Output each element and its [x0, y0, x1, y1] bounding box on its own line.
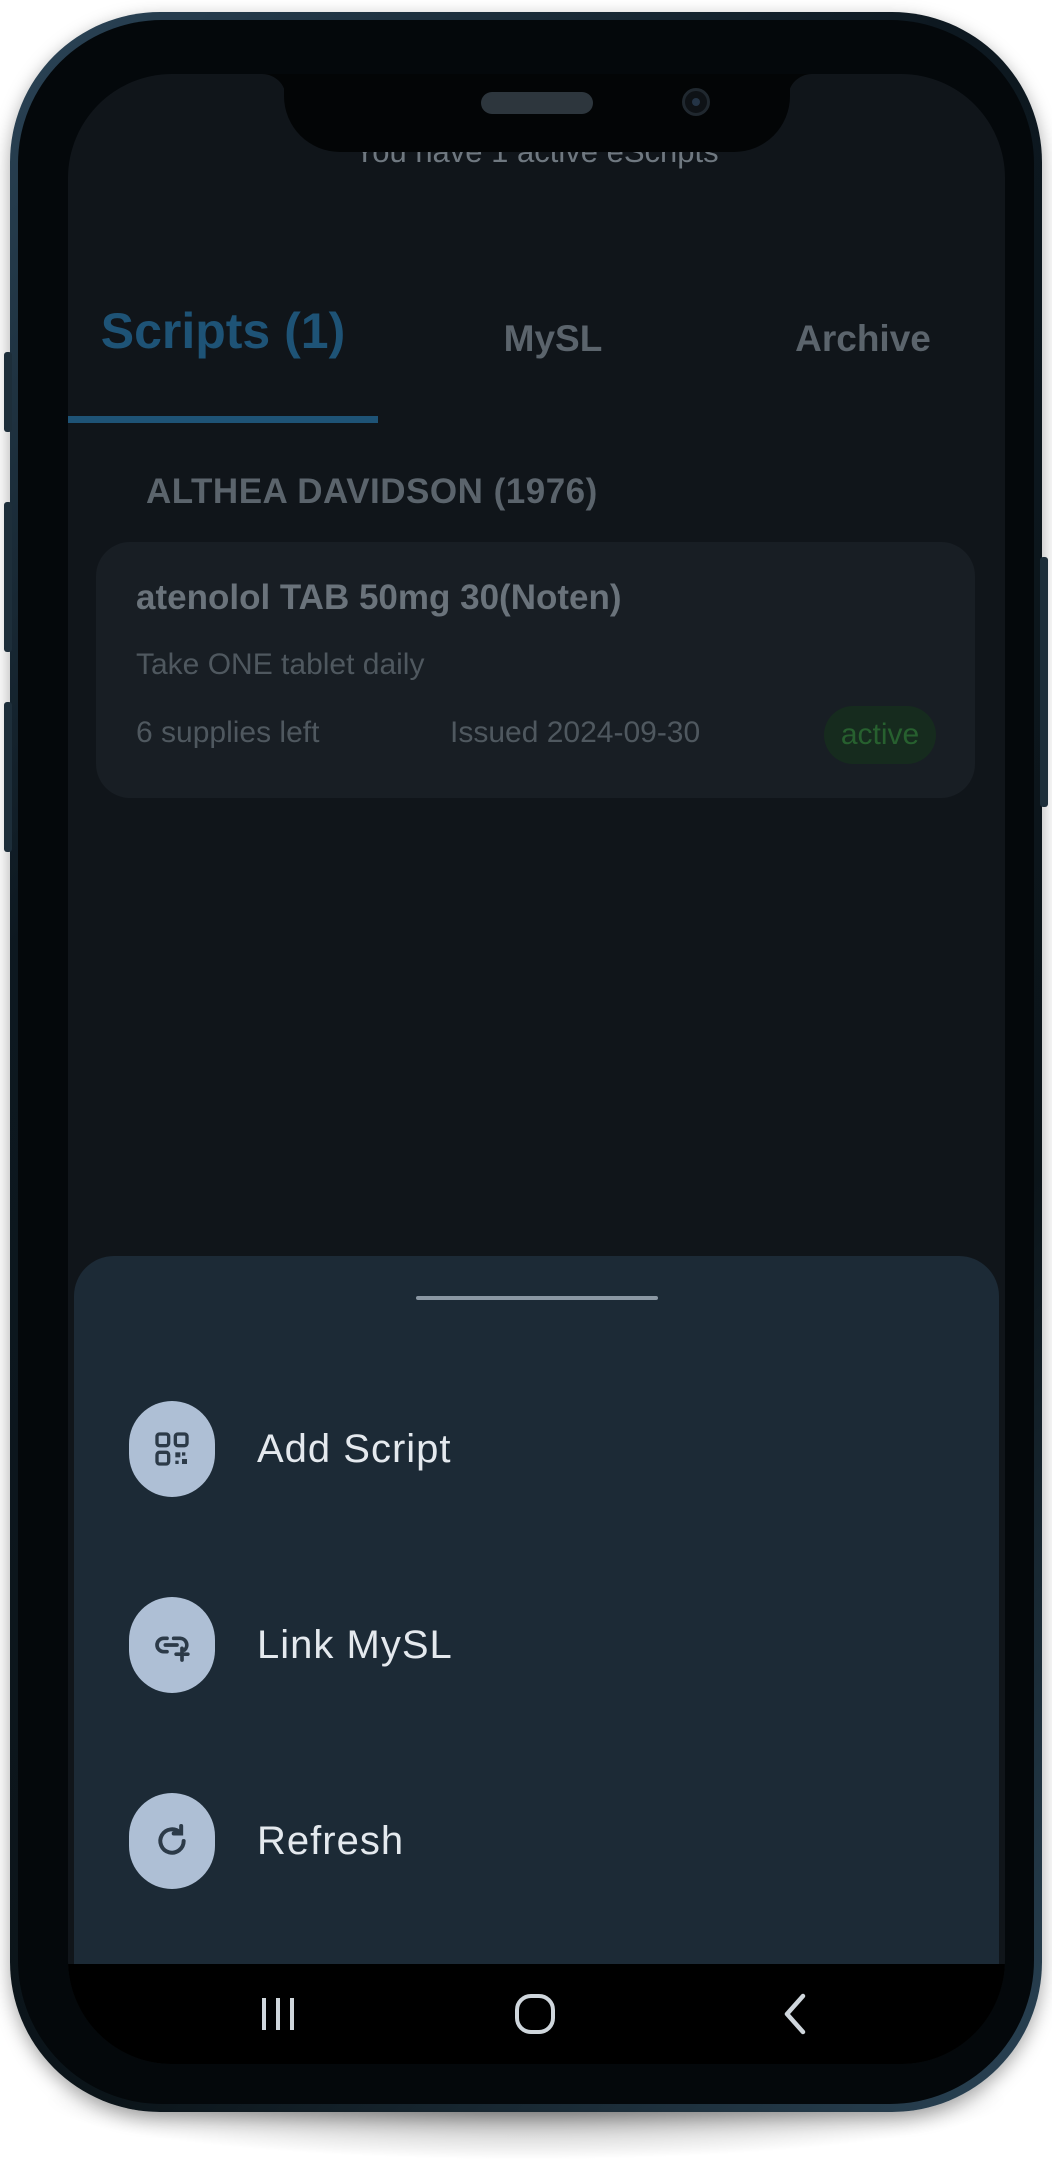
dosage-directions: Take ONE tablet daily — [136, 648, 425, 681]
back-icon — [784, 1993, 806, 2035]
phone-frame: You have 1 active eScripts Scripts (1) M… — [4, 12, 1048, 2112]
tab-archive[interactable]: Archive — [708, 318, 1005, 378]
action-button — [4, 352, 12, 432]
home-button[interactable] — [490, 1978, 580, 2050]
tab-mysl[interactable]: MySL — [398, 318, 708, 378]
supplies-remaining: 6 supplies left — [136, 716, 320, 749]
earpiece-speaker — [481, 92, 593, 114]
tab-indicator — [68, 416, 378, 423]
patient-name: ALTHEA DAVIDSON (1976) — [146, 472, 598, 511]
refresh-button[interactable]: Refresh — [129, 1786, 949, 1896]
add-script-button[interactable]: Add Script — [129, 1394, 949, 1504]
home-icon — [515, 1994, 555, 2034]
qr-code-icon — [129, 1401, 215, 1497]
sheet-drag-handle[interactable] — [416, 1296, 658, 1300]
bottom-sheet: Add Script Link MySL Refresh — [74, 1256, 999, 1976]
status-badge: active — [824, 706, 936, 764]
link-add-icon — [129, 1597, 215, 1693]
refresh-icon — [129, 1793, 215, 1889]
volume-down-button — [4, 702, 12, 852]
link-mysl-label: Link MySL — [257, 1622, 453, 1667]
screen: You have 1 active eScripts Scripts (1) M… — [68, 74, 1005, 2064]
recents-icon — [262, 1998, 294, 2030]
back-button[interactable] — [750, 1978, 840, 2050]
link-mysl-button[interactable]: Link MySL — [129, 1590, 949, 1700]
volume-up-button — [4, 502, 12, 652]
drug-name: atenolol TAB 50mg 30(Noten) — [136, 578, 622, 617]
power-button — [1040, 557, 1048, 807]
system-nav-bar — [68, 1964, 1005, 2064]
refresh-label: Refresh — [257, 1818, 405, 1863]
recents-button[interactable] — [233, 1978, 323, 2050]
tab-scripts[interactable]: Scripts (1) — [68, 302, 378, 362]
add-script-label: Add Script — [257, 1426, 452, 1471]
script-card[interactable]: atenolol TAB 50mg 30(Noten) Take ONE tab… — [96, 542, 975, 798]
issued-date: Issued 2024-09-30 — [450, 716, 701, 749]
front-camera — [682, 88, 710, 116]
